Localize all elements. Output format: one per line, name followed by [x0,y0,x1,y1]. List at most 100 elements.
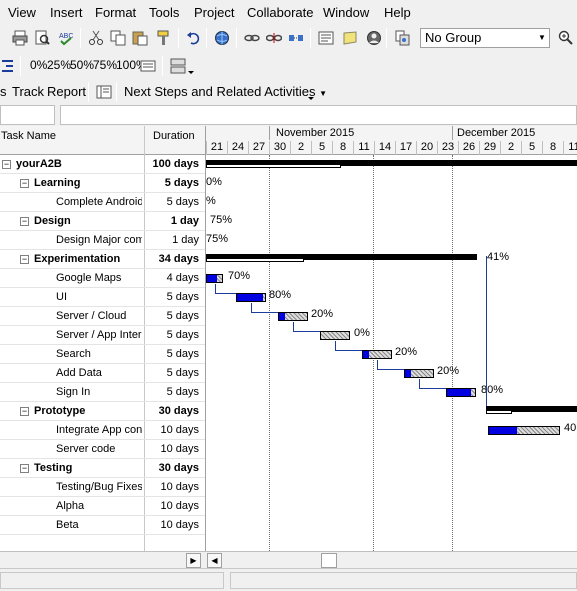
task-row[interactable]: Server / App Inter 5 days [0,326,205,345]
copy-picture-icon[interactable] [392,28,412,48]
summary-task-row[interactable]: − Testing 30 days [0,459,205,478]
summary-task-row[interactable]: − Learning 5 days [0,174,205,193]
task-notes-icon[interactable] [340,28,360,48]
task-bar[interactable] [488,426,560,435]
task-progress [279,313,285,320]
collapse-icon[interactable]: − [20,407,29,416]
paste-icon[interactable] [130,28,150,48]
task-sheet-scrollbar[interactable]: ▶ [0,551,205,568]
task-row[interactable]: Design Major com 1 day [0,231,205,250]
task-row[interactable]: Search 5 days [0,345,205,364]
toolbar-tasks-button[interactable]: s [0,84,7,99]
summary-task-row[interactable]: − yourA2B 100 days [0,155,205,174]
toolbar-report-button[interactable]: Report [47,84,86,99]
dependency-link[interactable] [486,256,487,410]
summary-task-row[interactable]: − Experimentation 34 days [0,250,205,269]
update-tasks-icon[interactable] [138,56,158,76]
dependency-link[interactable] [335,341,362,351]
next-steps-dropdown[interactable]: Next Steps and Related Activities ▼ [124,84,327,99]
summary-progress[interactable] [206,258,304,262]
scroll-left-icon[interactable]: ◀ [207,553,222,568]
task-row[interactable]: Integrate App con 10 days [0,421,205,440]
dependency-link[interactable] [251,303,278,313]
copy-icon[interactable] [108,28,128,48]
menu-format[interactable]: Format [95,5,136,21]
task-row[interactable]: Sign In 5 days [0,383,205,402]
collapse-icon[interactable]: − [20,464,29,473]
percent-complete-button[interactable]: 50% [70,58,94,72]
task-row[interactable]: Complete Android 5 days [0,193,205,212]
task-row[interactable]: UI 5 days [0,288,205,307]
collapse-icon[interactable]: − [20,179,29,188]
status-panel [0,572,224,589]
task-row[interactable]: Beta 10 days [0,516,205,535]
dependency-link[interactable] [419,379,446,389]
menu-help[interactable]: Help [384,5,411,21]
dependency-link[interactable] [214,284,236,294]
task-info-icon[interactable] [316,28,336,48]
format-painter-icon[interactable] [154,28,174,48]
summary-task-row[interactable]: − Prototype 30 days [0,402,205,421]
collapse-icon[interactable]: − [2,160,11,169]
percent-complete-button[interactable]: 75% [93,58,117,72]
undo-icon[interactable] [184,28,204,48]
outdent-icon[interactable] [0,56,16,76]
task-row[interactable]: Testing/Bug Fixes 10 days [0,478,205,497]
summary-progress[interactable] [486,410,512,414]
gantt-scrollbar[interactable]: ◀ [205,551,577,568]
task-row[interactable]: Server / Cloud 5 days [0,307,205,326]
task-bar[interactable] [404,369,434,378]
zoom-in-icon[interactable] [556,28,576,48]
toolbar-track-button[interactable]: Track [12,84,44,99]
task-row[interactable]: Alpha 10 days [0,497,205,516]
scroll-right-icon[interactable]: ▶ [186,553,201,568]
chevron-down-icon[interactable]: ▼ [535,29,549,47]
print-icon[interactable] [10,28,30,48]
dependency-link[interactable] [377,360,404,370]
print-preview-icon[interactable] [32,28,52,48]
menu-window[interactable]: Window [323,5,369,21]
menu-bar: View Insert Format Tools Project Collaborate W… [0,0,577,24]
project-guide-icon[interactable] [94,82,114,102]
task-bar[interactable] [236,293,266,302]
collapse-icon[interactable]: − [20,217,29,226]
menu-collaborate[interactable]: Collaborate [247,5,314,21]
dependency-link[interactable] [293,322,320,332]
spelling-icon[interactable]: ABC [56,28,76,48]
menu-insert[interactable]: Insert [50,5,83,21]
resource-view-icon[interactable] [168,56,188,76]
task-row[interactable]: Google Maps 4 days [0,269,205,288]
task-row[interactable]: Server code 10 days [0,440,205,459]
link-tasks-icon[interactable] [242,28,262,48]
split-task-icon[interactable] [286,28,306,48]
toolbar-options-arrow-icon[interactable] [306,86,316,106]
cut-icon[interactable] [86,28,106,48]
column-header-task-name[interactable]: Task Name [1,130,56,142]
globe-icon[interactable] [212,28,232,48]
unlink-tasks-icon[interactable] [264,28,284,48]
task-bar[interactable] [278,312,308,321]
menu-view[interactable]: View [8,5,36,21]
task-bar[interactable] [362,350,392,359]
summary-task-row[interactable]: − Design 1 day [0,212,205,231]
menu-tools[interactable]: Tools [149,5,179,21]
percent-complete-label: 75% [210,214,233,226]
percent-complete-button[interactable]: 25% [47,58,71,72]
group-by-select[interactable]: No Group ▼ [420,28,550,48]
timescale-day: 23 [437,141,458,155]
column-header-duration[interactable]: Duration [153,130,195,142]
collapse-icon[interactable]: − [20,255,29,264]
dropdown-arrow-icon[interactable] [186,60,196,80]
menu-project[interactable]: Project [194,5,234,21]
percent-complete-label: % [206,195,216,207]
task-bar[interactable] [320,331,350,340]
task-row[interactable]: Add Data 5 days [0,364,205,383]
assign-resources-icon[interactable] [364,28,384,48]
task-bar[interactable] [446,388,476,397]
scrollbar-thumb[interactable] [321,553,337,568]
task-bar[interactable] [206,274,223,283]
project-summary-progress[interactable] [206,164,341,168]
percent-complete-button[interactable]: 0% [30,58,47,72]
toolbar-separator [178,28,179,48]
entry-input[interactable] [60,105,577,125]
